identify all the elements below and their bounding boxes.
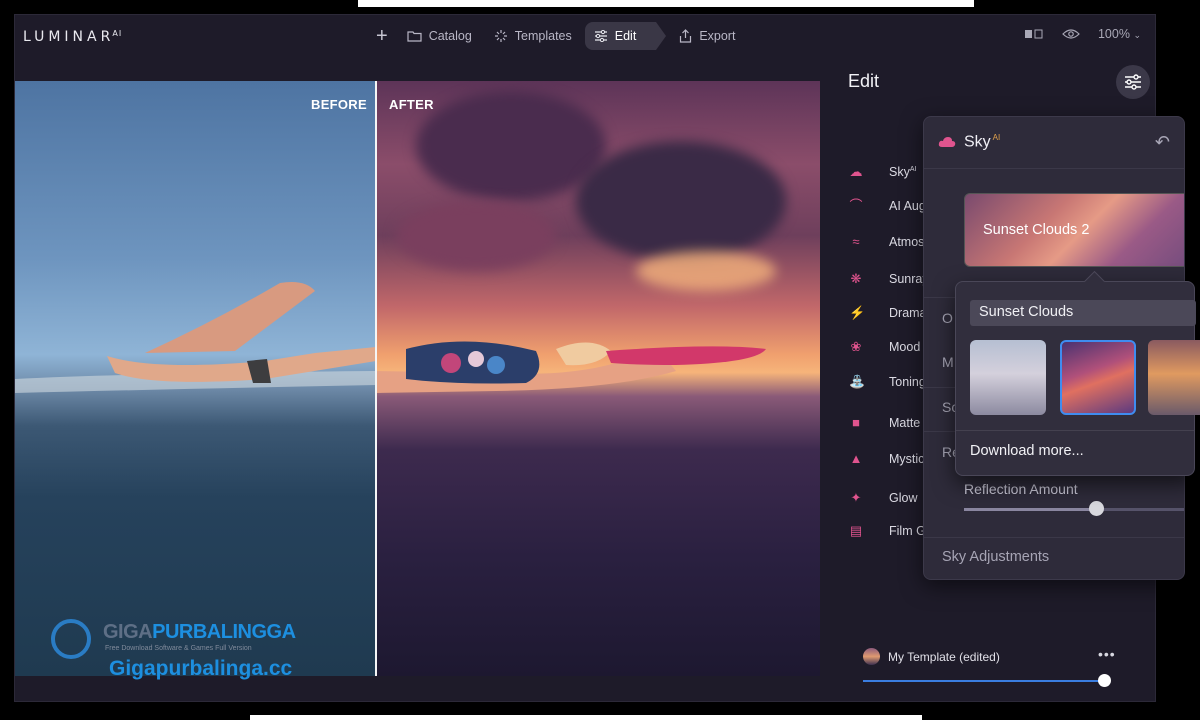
cloud-shape [416,91,606,201]
cloud-shape [396,201,556,271]
template-name: My Template (edited) [888,649,1000,664]
watermark-logo-icon [51,619,91,659]
nav-edit-label: Edit [614,29,637,43]
reflection-amount-knob[interactable] [1089,501,1104,516]
top-strip [358,0,974,7]
compare-icon[interactable] [1024,28,1044,40]
cloud-shape [576,141,786,261]
cloud-icon: ☁ [849,164,863,179]
bottom-strip [250,715,922,720]
sky-thumbnail-selected[interactable] [1060,340,1136,415]
rainbow-icon: ⌒ [849,198,863,213]
undo-icon[interactable]: ↶ [1155,132,1170,153]
adjustments-button[interactable] [1116,65,1150,99]
zoom-select[interactable]: 100% ⌄ [1098,27,1141,41]
zoom-value: 100% [1097,27,1130,41]
nav-catalog-label: Catalog [428,29,472,43]
chevron-down-icon: ⌄ [1133,30,1141,40]
compare-divider[interactable] [375,81,377,676]
template-thumbnail [863,648,880,665]
sky-thumbnail[interactable] [970,340,1046,415]
bucket-icon: ⛲ [849,374,866,389]
nav-export-label: Export [699,29,736,43]
template-item[interactable]: My Template (edited) [863,648,1000,665]
sparkle-icon [494,30,507,42]
template-amount-knob[interactable] [1098,674,1111,687]
cloud-shape [636,251,776,291]
sky-panel-header[interactable]: Sky AI ↶ [924,117,1184,169]
row-stub[interactable]: M [942,354,954,370]
watermark-url: Gigapurbalinga.cc [109,657,293,680]
sky-thumbnail[interactable] [1148,340,1200,415]
reflection-amount-fill [964,508,1098,511]
after-image [376,81,820,676]
folder-icon [407,31,422,42]
view-tools: 100% ⌄ [1024,27,1141,41]
app-logo: LUMINARAI [23,29,123,45]
nav-export[interactable]: Export [670,22,744,50]
sliders-icon [1125,74,1141,90]
sky-picker-popup: Sunset Clouds Download more... [955,281,1200,476]
sky-selection-label: Sunset Clouds 2 [983,222,1090,238]
row-stub[interactable]: O [942,310,953,326]
nav-edit[interactable]: Edit [584,22,666,50]
main-nav: + Catalog Templates Edit Export [370,22,744,50]
watermark-title: GIGAPURBALINGGA [103,621,296,643]
template-amount-slider[interactable] [863,680,1105,682]
watermark-subtitle: Free Download Software & Games Full Vers… [105,645,252,652]
nav-templates[interactable]: Templates [485,22,581,50]
reflection-amount-slider[interactable] [964,508,1184,511]
export-icon [680,29,692,43]
film-icon: ▤ [849,523,863,538]
sky-selection-button[interactable]: Sunset Clouds 2 [964,193,1184,267]
nav-catalog[interactable]: Catalog [398,22,481,50]
surfer-before [15,282,376,393]
sun-icon: ❋ [850,271,862,286]
more-icon[interactable]: ••• [1098,646,1116,662]
square-icon: ■ [852,415,860,430]
panel-title: Edit [848,71,880,91]
lotus-icon: ❀ [850,339,862,354]
download-more-link[interactable]: Download more... [970,443,1084,459]
sliders-icon [594,30,607,42]
waves-icon: ≈ [852,234,860,249]
reflection-amount-label: Reflection Amount [964,481,1078,497]
lightning-icon: ⚡ [849,305,866,320]
nav-templates-label: Templates [514,29,572,43]
before-label: BEFORE [311,97,367,112]
sky-panel-title: Sky AI [964,133,1001,151]
sky-adjustments-section[interactable]: Sky Adjustments [942,549,1049,565]
surfer-after [376,341,766,393]
before-image [15,81,376,676]
after-label: AFTER [389,97,434,112]
sky-category-select[interactable]: Sunset Clouds [970,300,1196,326]
photo-canvas[interactable]: BEFORE AFTER [15,81,820,676]
cone-icon: ▲ [849,451,863,466]
eye-icon[interactable] [1062,28,1080,40]
sparkle-icon: ✦ [850,490,862,505]
add-icon[interactable]: + [370,25,394,48]
top-bar: LUMINARAI + Catalog Templates Edit Expor… [15,15,1155,59]
cloud-icon [938,137,956,147]
